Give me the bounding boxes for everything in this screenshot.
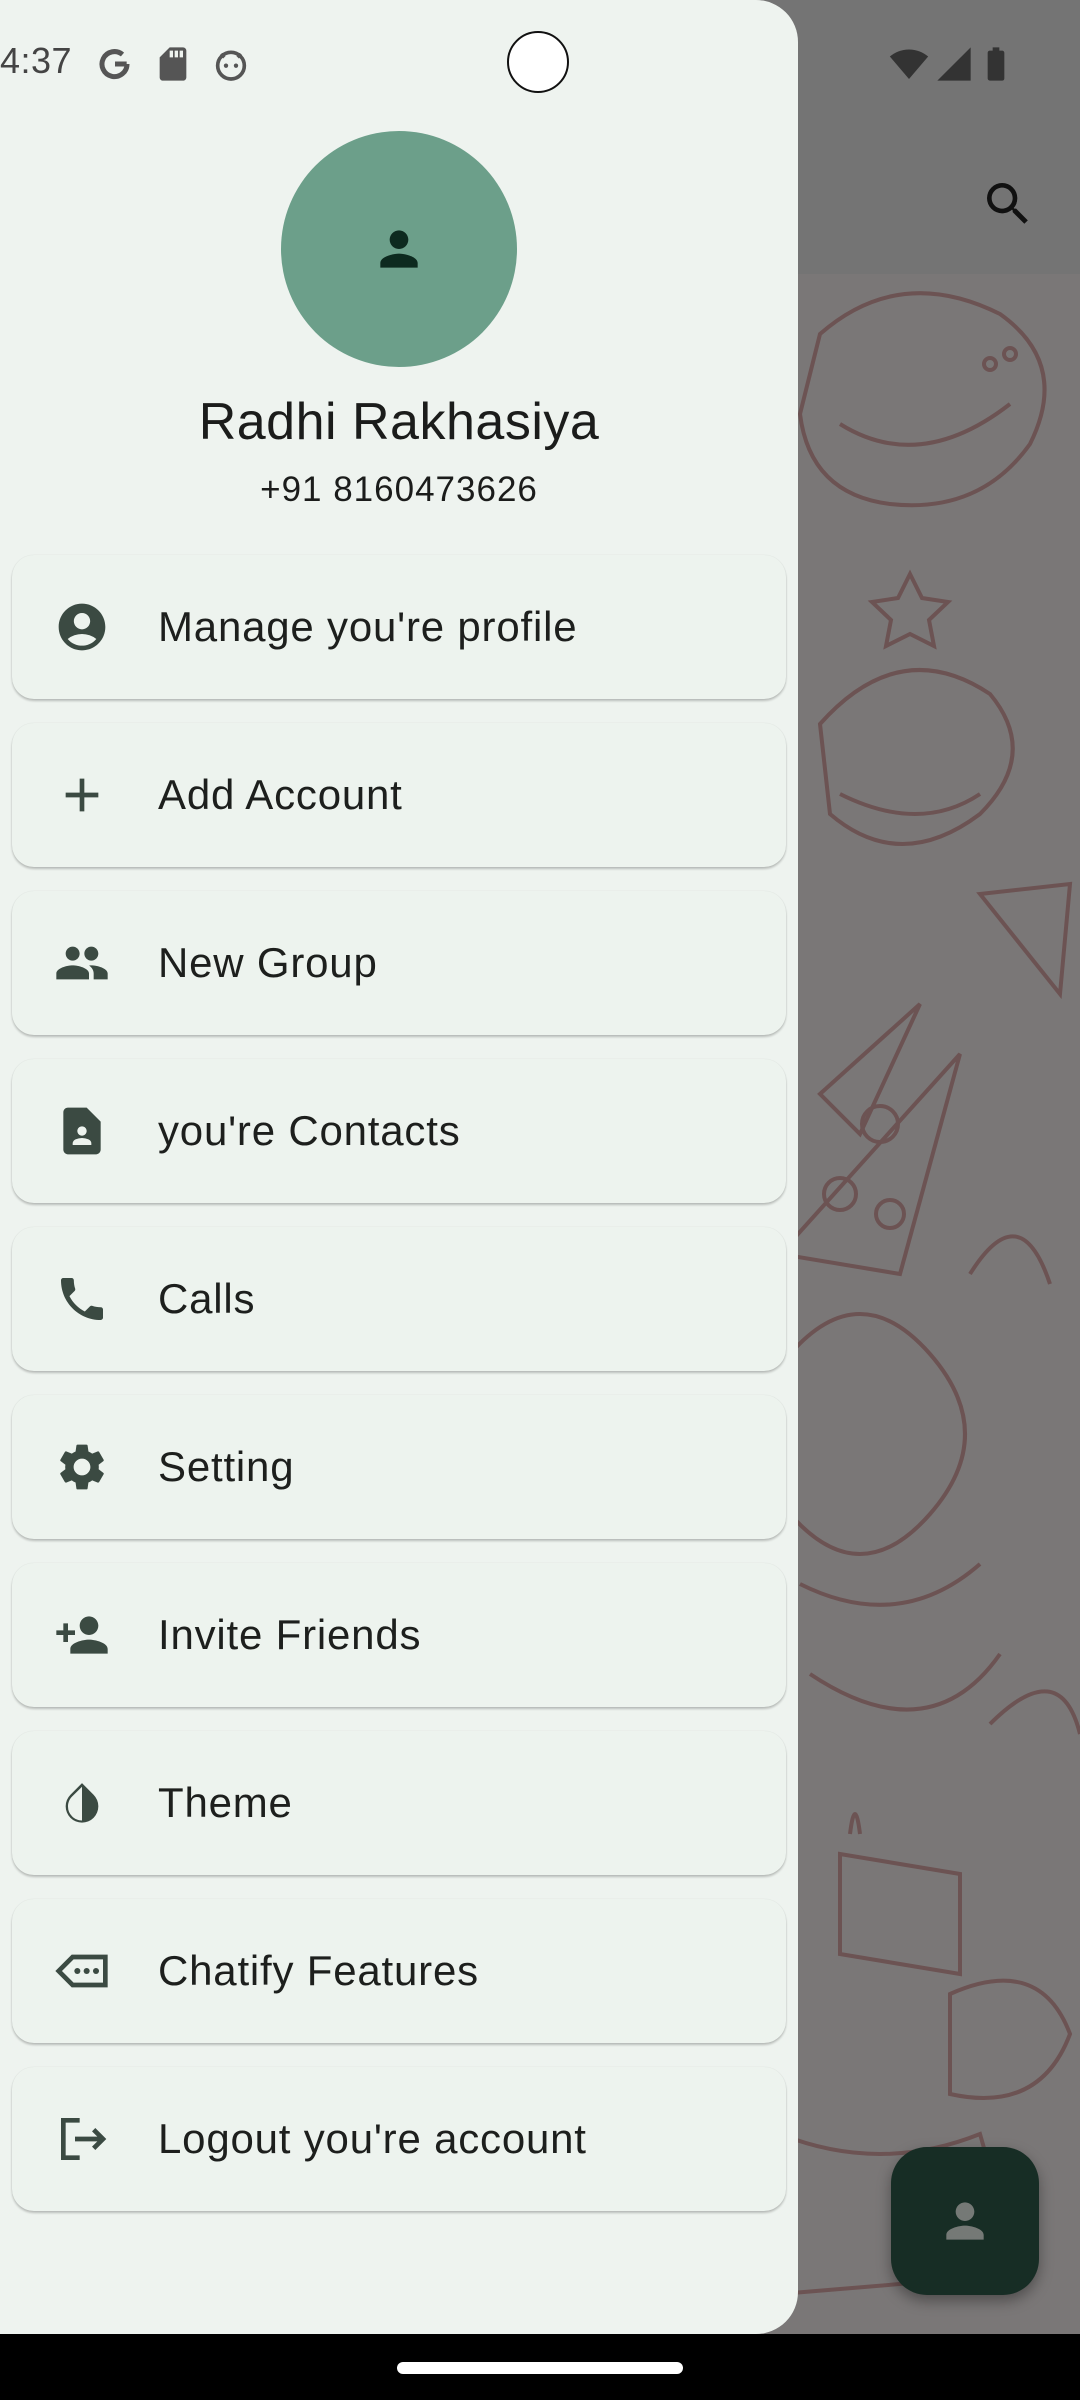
menu-item-label: Invite Friends: [158, 1611, 422, 1658]
wifi-icon: [889, 49, 929, 79]
menu-item-logout[interactable]: Logout you're account: [12, 2067, 786, 2211]
menu-item-label: Setting: [158, 1443, 295, 1490]
contrast-icon: [65, 1783, 99, 1823]
account-circle-icon: [58, 603, 106, 651]
camera-cutout: [507, 31, 569, 93]
phone-icon: [61, 1278, 103, 1320]
menu-item-manage-profile[interactable]: Manage you're profile: [12, 555, 786, 699]
logout-icon: [61, 2118, 107, 2160]
group-icon: [56, 946, 108, 980]
google-icon: [99, 49, 130, 80]
gear-icon: [60, 1444, 104, 1490]
menu-item-theme[interactable]: Theme: [12, 1731, 786, 1875]
menu-item-setting[interactable]: Setting: [12, 1395, 786, 1539]
status-bar: 4:37: [0, 0, 1080, 130]
feature-tag-icon: [55, 1954, 108, 1988]
menu-item-label: Calls: [158, 1275, 256, 1322]
menu-item-label: Logout you're account: [158, 2115, 587, 2162]
person-add-icon: [56, 1616, 108, 1654]
android-debug-icon: [215, 50, 247, 81]
contact-page-icon: [63, 1107, 101, 1155]
battery-icon: [987, 47, 1005, 81]
navigation-drawer: Radhi Rakhasiya +91 8160473626 Manage yo…: [0, 0, 798, 2334]
menu-item-label: you're Contacts: [158, 1107, 461, 1154]
status-time: 4:37: [0, 40, 73, 81]
menu-item-contacts[interactable]: you're Contacts: [12, 1059, 786, 1203]
menu-item-invite-friends[interactable]: Invite Friends: [12, 1563, 786, 1707]
add-icon: [65, 778, 99, 812]
menu-item-label: New Group: [158, 939, 378, 986]
menu-item-label: Chatify Features: [158, 1947, 479, 1994]
profile-name: Radhi Rakhasiya: [198, 393, 600, 451]
sd-card-icon: [159, 47, 187, 81]
menu-item-new-group[interactable]: New Group: [12, 891, 786, 1035]
menu-item-label: Add Account: [158, 771, 403, 818]
home-indicator[interactable]: [397, 2362, 683, 2374]
menu-item-calls[interactable]: Calls: [12, 1227, 786, 1371]
person-icon: [380, 230, 418, 268]
cell-signal-icon: [937, 47, 971, 81]
menu-item-label: Theme: [158, 1779, 293, 1826]
menu-item-chatify-features[interactable]: Chatify Features: [12, 1899, 786, 2043]
screen: Radhi Rakhasiya +91 8160473626 Manage yo…: [0, 0, 1080, 2334]
profile-avatar[interactable]: [281, 131, 517, 367]
profile-phone: +91 8160473626: [260, 470, 538, 509]
menu-item-label: Manage you're profile: [158, 603, 578, 650]
menu-item-add-account[interactable]: Add Account: [12, 723, 786, 867]
